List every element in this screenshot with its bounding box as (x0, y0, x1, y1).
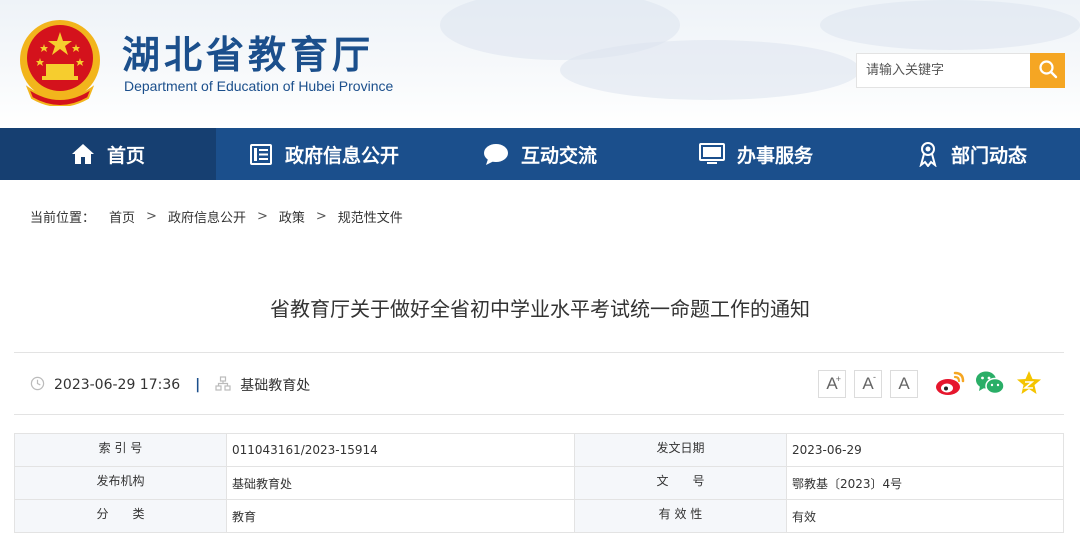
breadcrumb-separator: > (256, 209, 268, 224)
site-header: 湖北省教育厅 Department of Education of Hubei … (0, 0, 1080, 128)
nav-item-news[interactable]: 部门动态 (864, 128, 1080, 180)
issue-date-value: 2023-06-29 (786, 433, 1064, 467)
index-number-value: 011043161/2023-15914 (226, 433, 575, 467)
font-size-increase-button[interactable]: A + (818, 370, 846, 398)
document-info-table: 索 引 号 011043161/2023-15914 发文日期 2023-06-… (14, 433, 1064, 533)
breadcrumb-link-home[interactable]: 首页 (109, 207, 135, 226)
award-icon (917, 141, 939, 167)
meta-separator: | (195, 377, 201, 393)
font-size-reset-button[interactable]: A (890, 370, 918, 398)
search-input[interactable] (856, 53, 1030, 88)
breadcrumb-lead: 当前位置： (30, 211, 96, 226)
publisher-value: 基础教育处 (226, 466, 575, 500)
search-box (856, 53, 1065, 88)
chat-bubble-icon (483, 142, 509, 166)
share-bar (935, 369, 1043, 401)
category-value: 教育 (226, 499, 575, 533)
document-number-label: 文 号 (574, 466, 787, 500)
site-subtitle: Department of Education of Hubei Provinc… (124, 78, 394, 94)
nav-item-label: 首页 (106, 144, 145, 167)
search-icon (1038, 59, 1058, 83)
font-size-controls: A + A- A (818, 370, 918, 398)
breadcrumb-separator: > (146, 209, 157, 224)
nav-item-label: 互动交流 (520, 144, 597, 167)
nav-item-interaction[interactable]: 互动交流 (432, 128, 648, 180)
clock-icon (30, 376, 54, 395)
main-nav: 首页 政府信息公开 互动交流 办事服务 部门动态 (0, 128, 1080, 180)
document-number-value: 鄂教基〔2023〕4号 (786, 466, 1064, 500)
favorite-star-icon[interactable] (1015, 369, 1043, 401)
breadcrumb-link-normative-docs[interactable]: 规范性文件 (338, 207, 403, 226)
issue-date-label: 发文日期 (574, 433, 787, 467)
breadcrumb: 当前位置： 首页 > 政府信息公开 > 政策 > 规范性文件 (30, 207, 403, 226)
home-icon (71, 142, 95, 166)
article-title: 省教育厅关于做好全省初中学业水平考试统一命题工作的通知 (270, 297, 810, 321)
cloud-decoration (560, 40, 860, 100)
wechat-icon[interactable] (975, 369, 1005, 401)
font-size-decrease-button[interactable]: A- (854, 370, 882, 398)
validity-label: 有 效 性 (574, 499, 787, 533)
divider (14, 414, 1064, 415)
table-row: 分 类 教育 有 效 性 有效 (14, 499, 1064, 533)
nav-item-label: 办事服务 (736, 144, 813, 167)
index-number-label: 索 引 号 (14, 433, 227, 467)
category-label: 分 类 (14, 499, 227, 533)
document-list-icon (249, 142, 273, 166)
nav-item-gov-info[interactable]: 政府信息公开 (216, 128, 432, 180)
weibo-icon[interactable] (935, 369, 965, 401)
publish-datetime: 2023-06-29 17:36 (54, 377, 181, 393)
breadcrumb-link-policy[interactable]: 政策 (279, 207, 305, 226)
validity-value: 有效 (786, 499, 1064, 533)
divider (14, 352, 1064, 353)
article-meta: 2023-06-29 17:36 | 基础教育处 (30, 375, 310, 395)
cloud-decoration (820, 0, 1080, 50)
nav-item-services[interactable]: 办事服务 (648, 128, 864, 180)
table-row: 发布机构 基础教育处 文 号 鄂教基〔2023〕4号 (14, 466, 1064, 500)
publisher-label: 发布机构 (14, 466, 227, 500)
breadcrumb-separator: > (315, 209, 327, 224)
table-row: 索 引 号 011043161/2023-15914 发文日期 2023-06-… (14, 433, 1064, 467)
national-emblem-logo (18, 18, 102, 107)
breadcrumb-link-gov-info[interactable]: 政府信息公开 (168, 207, 246, 226)
monitor-icon (698, 142, 725, 166)
site-title: 湖北省教育厅 (122, 32, 375, 77)
search-button[interactable] (1030, 53, 1065, 88)
publish-department: 基础教育处 (240, 378, 311, 394)
sitemap-icon (215, 375, 240, 395)
nav-item-label: 政府信息公开 (284, 144, 399, 167)
nav-item-label: 部门动态 (950, 144, 1027, 167)
nav-item-home[interactable]: 首页 (0, 128, 216, 180)
